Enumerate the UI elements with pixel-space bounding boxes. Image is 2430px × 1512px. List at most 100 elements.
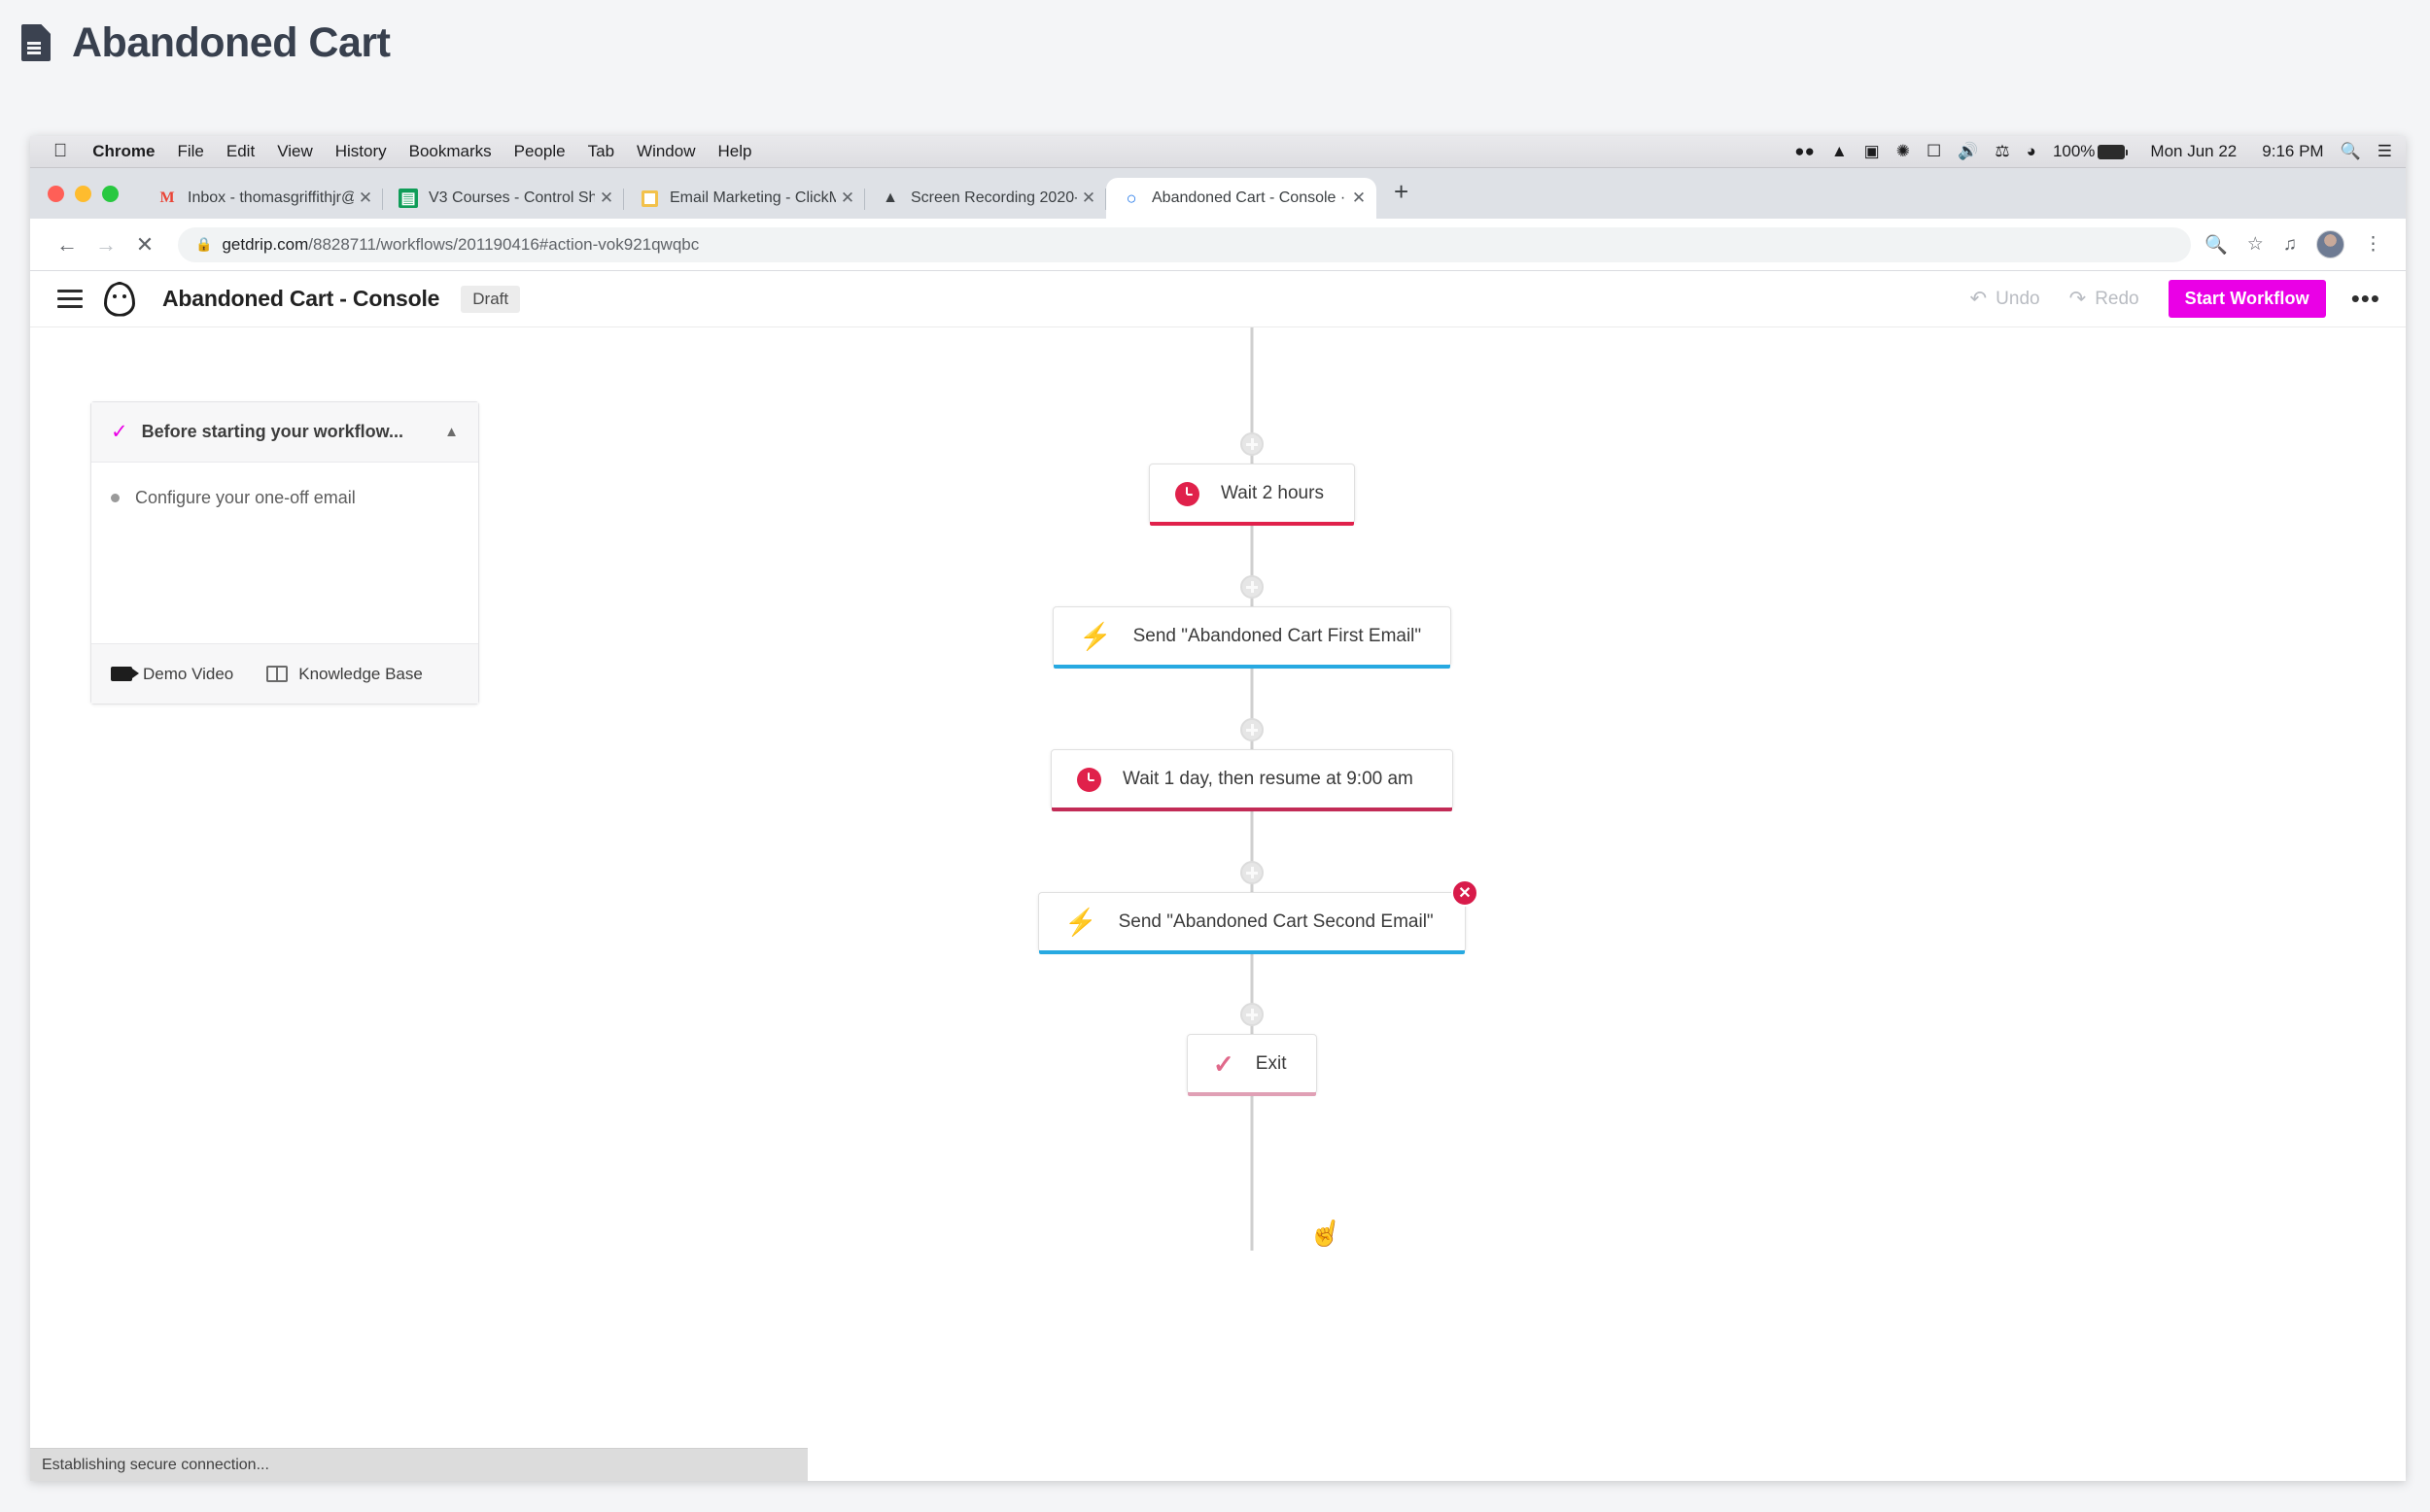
node-accent-bar (1052, 808, 1452, 811)
back-arrow-icon[interactable]: ← (48, 232, 87, 258)
macos-menubar:  Chrome File Edit View History Bookmark… (30, 136, 2406, 168)
airplay-icon[interactable]: ☐ (1927, 142, 1941, 161)
more-options-button[interactable]: ••• (2351, 284, 2380, 314)
menu-item-tab[interactable]: Tab (588, 142, 614, 161)
page-header: Abandoned Cart (0, 0, 2430, 86)
battery-icon[interactable] (2098, 144, 2129, 159)
menu-item-view[interactable]: View (277, 142, 313, 161)
node-label: Wait 2 hours (1221, 483, 1324, 503)
lightning-bolt-icon: ⚡ (1079, 621, 1112, 651)
drip-app: Abandoned Cart - Console Draft ↶ Undo ↷ … (30, 271, 2406, 1481)
tab-label: Abandoned Cart - Console · D (1152, 189, 1347, 206)
checklist-title: Before starting your workflow... (141, 422, 403, 441)
tab-close-icon[interactable]: ✕ (1077, 189, 1100, 208)
redo-button[interactable]: ↷ Redo (2069, 287, 2139, 311)
menu-item-bookmarks[interactable]: Bookmarks (409, 142, 492, 161)
workflow-node-send-second-email[interactable]: ⚡ Send "Abandoned Cart Second Email" ✕ (1038, 879, 1478, 954)
profile-avatar[interactable] (2316, 230, 2344, 258)
hamburger-menu-icon[interactable] (57, 290, 83, 308)
zoom-icon[interactable]: 🔍 (2204, 233, 2228, 257)
list-item[interactable]: Configure your one-off email (111, 488, 459, 508)
brightness-icon[interactable]: ✺ (1896, 142, 1910, 161)
close-window-button[interactable] (48, 186, 64, 202)
toolbar-icons: 🔍 ☆ ♫ ⋮ (2204, 230, 2388, 258)
chrome-menu-icon[interactable]: ⋮ (2364, 233, 2382, 256)
maximize-window-button[interactable] (102, 186, 119, 202)
menubar-date[interactable]: Mon Jun 22 (2150, 142, 2237, 161)
apple-menu-icon[interactable]:  (53, 141, 67, 162)
menu-item-edit[interactable]: Edit (226, 142, 255, 161)
page-title: Abandoned Cart (72, 18, 391, 66)
wifi-icon[interactable]: ◕ (2027, 142, 2036, 161)
volume-icon[interactable]: 🔊 (1958, 142, 1978, 161)
book-icon (266, 666, 289, 682)
workflow-node-send-first-email[interactable]: ⚡ Send "Abandoned Cart First Email" (1053, 606, 1451, 669)
start-workflow-button[interactable]: Start Workflow (2168, 280, 2326, 318)
bookmark-star-icon[interactable]: ☆ (2247, 233, 2264, 256)
menu-item-help[interactable]: Help (718, 142, 752, 161)
tab-close-icon[interactable]: ✕ (595, 189, 618, 208)
tab-close-icon[interactable]: ✕ (1347, 189, 1371, 208)
url-domain: getdrip.com (222, 234, 309, 254)
tab-label: Email Marketing - ClickMinded (670, 189, 836, 206)
forward-arrow-icon[interactable]: → (87, 232, 125, 258)
node-accent-bar (1188, 1092, 1316, 1096)
menu-item-window[interactable]: Window (637, 142, 695, 161)
clock-icon (1077, 767, 1101, 792)
app-header: Abandoned Cart - Console Draft ↶ Undo ↷ … (30, 271, 2406, 327)
dropbox-icon[interactable]: ●● (1794, 142, 1815, 161)
status-badge: Draft (461, 285, 521, 313)
add-step-icon[interactable] (1240, 861, 1264, 884)
checklist-body: Configure your one-off email (91, 463, 478, 643)
add-step-icon[interactable] (1240, 575, 1264, 599)
menu-item-history[interactable]: History (335, 142, 387, 161)
workflow-node-wait-2-hours[interactable]: Wait 2 hours (1149, 464, 1355, 526)
demo-video-link[interactable]: Demo Video (111, 665, 233, 684)
knowledge-base-link[interactable]: Knowledge Base (266, 665, 423, 684)
pointer-hand-cursor: ☝ (1306, 1215, 1345, 1252)
menubar-time[interactable]: 9:16 PM (2262, 142, 2323, 161)
tab-close-icon[interactable]: ✕ (354, 189, 377, 208)
minimize-window-button[interactable] (75, 186, 91, 202)
delete-node-button[interactable]: ✕ (1451, 879, 1478, 907)
battery-percent: 100% (2052, 142, 2096, 160)
checklist-item-label: Configure your one-off email (135, 488, 356, 507)
demo-video-label: Demo Video (143, 664, 234, 683)
media-playlist-icon[interactable]: ♫ (2283, 234, 2297, 256)
browser-tab-sheets[interactable]: ▤ V3 Courses - Control Sheet - ( ✕ (383, 178, 624, 219)
address-bar[interactable]: 🔒 getdrip.com/8828711/workflows/20119041… (178, 226, 2192, 262)
control-center-icon[interactable]: ☰ (2378, 142, 2392, 161)
browser-tab-abandoned-cart[interactable]: ○ Abandoned Cart - Console · D ✕ (1106, 178, 1376, 219)
add-step-icon[interactable] (1240, 718, 1264, 741)
browser-window:  Chrome File Edit View History Bookmark… (30, 136, 2406, 1481)
undo-button[interactable]: ↶ Undo (1970, 287, 2040, 311)
workflow-title: Abandoned Cart - Console (162, 286, 440, 311)
knowledge-base-label: Knowledge Base (298, 664, 423, 683)
workflow-node-exit[interactable]: ✓ Exit (1187, 1034, 1317, 1096)
browser-tab-gmail[interactable]: M Inbox - thomasgriffithjr@gmail ✕ (142, 178, 383, 219)
stop-icon[interactable]: ✕ (125, 232, 164, 258)
menu-item-chrome[interactable]: Chrome (92, 142, 155, 161)
menu-item-file[interactable]: File (177, 142, 203, 161)
browser-tab-screen-recording[interactable]: ▲ Screen Recording 2020-06-11 ✕ (865, 178, 1106, 219)
check-icon: ✓ (111, 421, 128, 443)
square-icon (640, 189, 659, 208)
search-icon[interactable]: 🔍 (2341, 142, 2361, 161)
screen-record-icon[interactable]: ▣ (1864, 142, 1880, 161)
add-step-icon[interactable] (1240, 432, 1264, 456)
add-step-icon[interactable] (1240, 1003, 1264, 1026)
browser-tab-clickminded[interactable]: Email Marketing - ClickMinded ✕ (624, 178, 865, 219)
chevron-up-icon[interactable]: ▲ (444, 424, 459, 440)
node-label: Exit (1255, 1053, 1287, 1074)
new-tab-button[interactable]: + (1394, 177, 1408, 207)
tab-close-icon[interactable]: ✕ (836, 189, 859, 208)
workflow-node-wait-1-day[interactable]: Wait 1 day, then resume at 9:00 am (1051, 749, 1453, 811)
checklist-header[interactable]: ✓ Before starting your workflow... ▲ (91, 402, 478, 463)
url-path: /8828711/workflows/201190416#action-vok9… (308, 234, 700, 254)
drip-logo-icon[interactable] (104, 281, 135, 317)
workflow-canvas[interactable]: ✓ Before starting your workflow... ▲ Con… (30, 327, 2406, 1481)
menu-item-people[interactable]: People (514, 142, 566, 161)
node-label: Wait 1 day, then resume at 9:00 am (1123, 769, 1413, 789)
adobe-icon[interactable]: ▲ (1831, 142, 1848, 161)
bluetooth-icon[interactable]: ⚖ (1995, 142, 2009, 161)
